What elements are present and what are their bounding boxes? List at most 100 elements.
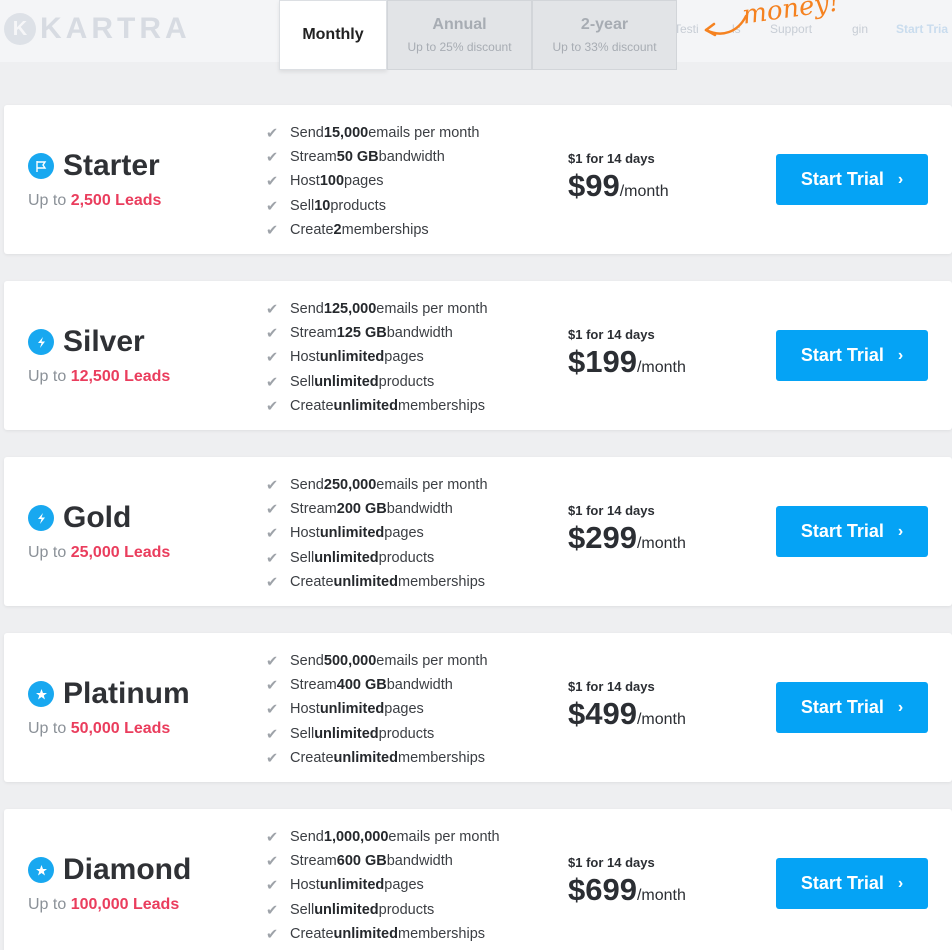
nav-item-start-trial[interactable]: Start Tria [896, 22, 948, 36]
price-block: $1 for 14 days $699/month [568, 855, 686, 908]
button-label: Start Trial [800, 697, 884, 717]
check-icon: ✔ [266, 350, 279, 367]
button-label: Start Trial [800, 521, 884, 541]
feature-item: ✔ Host unlimited pages [266, 349, 424, 367]
logo[interactable]: K KARTRA [4, 12, 191, 46]
start-trial-button[interactable]: Start Trial › [776, 858, 928, 909]
tab-discount: Up to 25% discount [407, 40, 512, 54]
star-icon [28, 681, 54, 707]
tab-monthly[interactable]: Monthly [279, 0, 387, 70]
feature-item: ✔ Create unlimited memberships [266, 573, 486, 591]
plan-heading: Starter [28, 149, 160, 183]
plan-heading: Platinum [28, 677, 190, 711]
start-trial-button[interactable]: Start Trial › [776, 154, 928, 205]
leads-count: 50,000 Leads [70, 720, 171, 737]
check-icon: ✔ [266, 726, 279, 743]
chevron-right-icon: › [897, 170, 904, 188]
chevron-right-icon: › [897, 874, 904, 892]
check-icon: ✔ [266, 126, 279, 143]
check-icon: ✔ [266, 550, 279, 567]
feature-item: ✔ Sell 10 products [266, 197, 386, 215]
feature-item: ✔ Create unlimited memberships [266, 749, 486, 767]
price: $199/month [568, 344, 686, 380]
plan-card-gold: Gold Up to 25,000 Leads ✔ Send 250,000 em… [4, 457, 952, 606]
price-period: /month [636, 359, 686, 376]
bolt-icon [28, 505, 54, 531]
check-icon: ✔ [266, 926, 279, 943]
price-amount: $299 [568, 520, 637, 555]
billing-period-tabs: Monthly Annual Up to 25% discount 2-year… [279, 0, 677, 72]
feature-item: ✔ Create unlimited memberships [266, 925, 486, 943]
feature-item: ✔ Stream 400 GB bandwidth [266, 677, 453, 695]
tab-annual[interactable]: Annual Up to 25% discount [387, 0, 532, 70]
price-amount: $699 [568, 872, 637, 907]
price: $299/month [568, 520, 686, 556]
leads-count: 2,500 Leads [70, 192, 162, 209]
button-label: Start Trial [800, 169, 884, 189]
star-icon [28, 857, 54, 883]
check-icon: ✔ [266, 150, 279, 167]
nav-item-login[interactable]: gin [852, 22, 868, 36]
feature-item: ✔ Stream 125 GB bandwidth [266, 325, 453, 343]
leads-count: 12,500 Leads [70, 368, 171, 385]
feature-item: ✔ Sell unlimited products [266, 549, 435, 567]
plan-card-diamond: Diamond Up to 100,000 Leads ✔ Send 1,000,… [4, 809, 952, 950]
check-icon: ✔ [266, 326, 279, 343]
price-block: $1 for 14 days $199/month [568, 327, 686, 380]
start-trial-button[interactable]: Start Trial › [776, 330, 928, 381]
price-period: /month [636, 535, 686, 552]
check-icon: ✔ [266, 222, 279, 239]
price-period: /month [636, 711, 686, 728]
check-icon: ✔ [266, 374, 279, 391]
feature-item: ✔ Send 125,000 emails per month [266, 301, 488, 319]
feature-item: ✔ Stream 50 GB bandwidth [266, 149, 445, 167]
feature-item: ✔ Create 2 memberships [266, 221, 429, 239]
check-icon: ✔ [266, 478, 279, 495]
check-icon: ✔ [266, 654, 279, 671]
plan-heading: Gold [28, 501, 131, 535]
feature-item: ✔ Stream 600 GB bandwidth [266, 853, 453, 871]
tab-label: Annual [432, 16, 487, 33]
check-icon: ✔ [266, 678, 279, 695]
leads-prefix: Up to [28, 896, 71, 913]
trial-offer: $1 for 14 days [568, 503, 655, 518]
plan-card-starter: Starter Up to 2,500 Leads ✔ Send 15,000 e… [4, 105, 952, 254]
check-icon: ✔ [266, 502, 279, 519]
leads-prefix: Up to [28, 192, 71, 209]
check-icon: ✔ [266, 526, 279, 543]
check-icon: ✔ [266, 902, 279, 919]
feature-item: ✔ Host unlimited pages [266, 877, 424, 895]
tab-discount: Up to 33% discount [552, 40, 657, 54]
price-period: /month [619, 183, 669, 200]
feature-item: ✔ Send 250,000 emails per month [266, 477, 488, 495]
feature-item: ✔ Send 500,000 emails per month [266, 653, 488, 671]
price-period: /month [636, 887, 686, 904]
start-trial-button[interactable]: Start Trial › [776, 682, 928, 733]
leads-prefix: Up to [28, 544, 71, 561]
leads-count: 100,000 Leads [70, 896, 180, 913]
plan-heading: Diamond [28, 853, 191, 887]
price: $699/month [568, 872, 686, 908]
plan-name: Starter [63, 149, 160, 182]
plan-heading: Silver [28, 325, 145, 359]
start-trial-button[interactable]: Start Trial › [776, 506, 928, 557]
check-icon: ✔ [266, 878, 279, 895]
button-label: Start Trial [800, 873, 884, 893]
feature-list: ✔ Send 125,000 emails per month ✔ Stream 1… [266, 297, 488, 418]
feature-item: ✔ Create unlimited memberships [266, 397, 486, 415]
plan-card-platinum: Platinum Up to 50,000 Leads ✔ Send 500,00… [4, 633, 952, 782]
chevron-right-icon: › [897, 522, 904, 540]
price-block: $1 for 14 days $99/month [568, 151, 669, 204]
check-icon: ✔ [266, 174, 279, 191]
nav-item-testimonials[interactable]: Testi [674, 22, 699, 36]
trial-offer: $1 for 14 days [568, 327, 655, 342]
check-icon: ✔ [266, 574, 279, 591]
kartra-logo-icon: K [4, 13, 36, 45]
feature-item: ✔ Host unlimited pages [266, 525, 424, 543]
trial-offer: $1 for 14 days [568, 151, 655, 166]
chevron-right-icon: › [897, 346, 904, 364]
plan-leads: Up to 25,000 Leads [28, 544, 170, 562]
check-icon: ✔ [266, 702, 279, 719]
tab-2-year[interactable]: 2-year Up to 33% discount [532, 0, 677, 70]
check-icon: ✔ [266, 854, 279, 871]
